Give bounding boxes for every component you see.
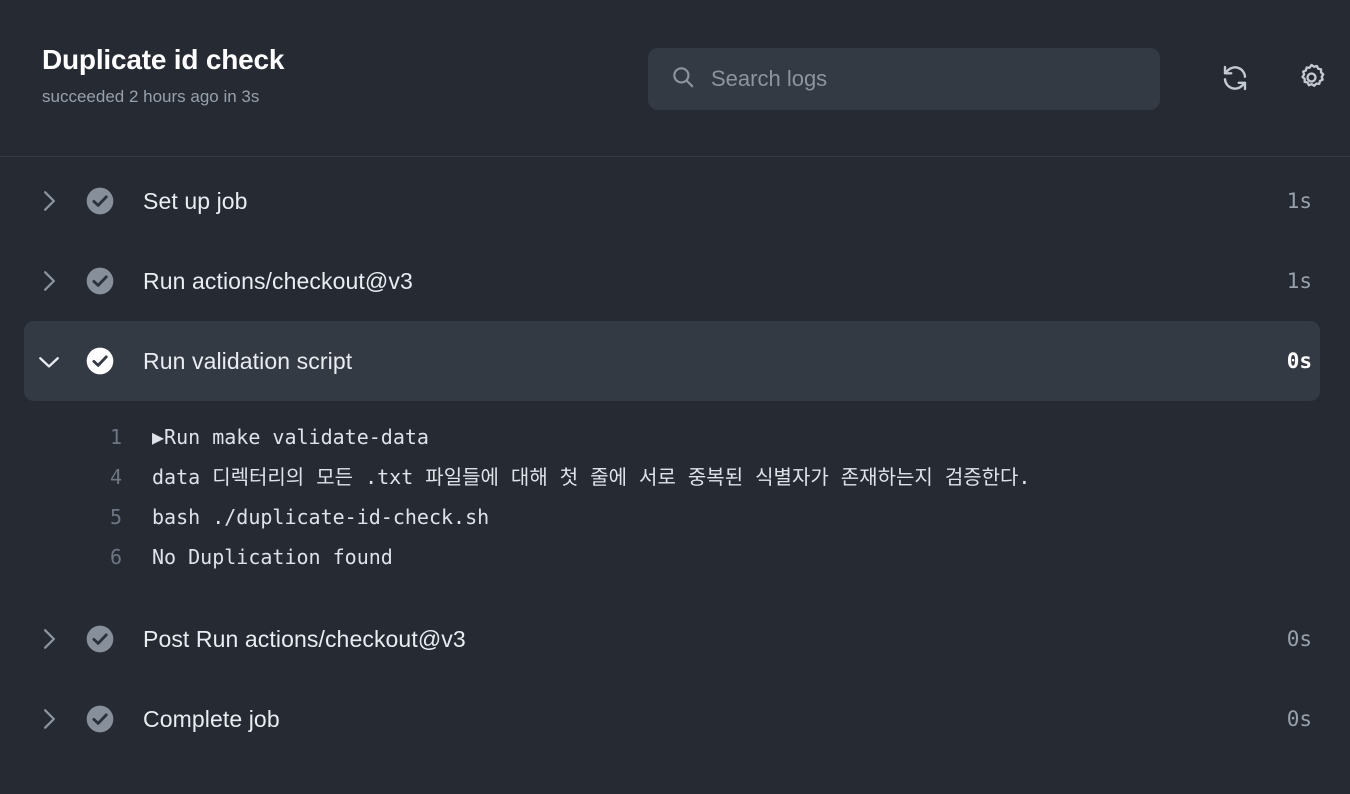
step-duration: 1s <box>1286 189 1312 213</box>
log-line-text: data 디렉터리의 모든 .txt 파일들에 대해 첫 줄에 서로 중복된 식… <box>152 465 1031 489</box>
step-label: Set up job <box>143 187 248 214</box>
log-line-number: 6 <box>109 545 122 569</box>
step-duration: 0s <box>1286 627 1312 651</box>
status-success-icon-active <box>82 345 118 377</box>
log-line-text: ▶Run make validate-data <box>122 417 429 457</box>
step-label: Run validation script <box>143 347 353 374</box>
status-success-icon <box>82 623 118 655</box>
chevron-right-icon[interactable] <box>30 269 68 293</box>
step-row[interactable]: Post Run actions/checkout@v3 0s <box>24 599 1320 679</box>
status-success-icon <box>82 265 118 297</box>
chevron-right-icon[interactable] <box>30 707 68 731</box>
job-log-viewer: Duplicate id check succeeded 2 hours ago… <box>0 0 1350 794</box>
job-header-tools <box>648 0 1338 110</box>
search-input[interactable] <box>711 48 1138 110</box>
search-logs-box[interactable] <box>648 48 1160 110</box>
log-line-text: No Duplication found <box>152 545 393 569</box>
status-success-icon <box>82 185 118 217</box>
log-line: 4 data 디렉터리의 모든 .txt 파일들에 대해 첫 줄에 서로 중복된… <box>0 457 1350 497</box>
log-line-number: 5 <box>109 505 122 529</box>
step-row[interactable]: Complete job 0s <box>24 679 1320 759</box>
refresh-button[interactable] <box>1208 52 1262 106</box>
gear-icon <box>1296 62 1327 96</box>
expand-group-marker-icon[interactable]: ▶ <box>152 425 164 449</box>
step-duration: 0s <box>1286 707 1312 731</box>
job-header: Duplicate id check succeeded 2 hours ago… <box>0 0 1350 157</box>
step-log-output: 1 ▶Run make validate-data 4 data 디렉터리의 모… <box>0 401 1350 599</box>
step-label: Post Run actions/checkout@v3 <box>143 625 466 652</box>
step-duration: 1s <box>1286 269 1312 293</box>
step-row[interactable]: Run actions/checkout@v3 1s <box>24 241 1320 321</box>
log-line: 1 ▶Run make validate-data <box>0 417 1350 457</box>
log-line-number: 1 <box>109 425 122 449</box>
step-label: Complete job <box>143 705 280 732</box>
status-success-icon <box>82 703 118 735</box>
chevron-right-icon[interactable] <box>30 189 68 213</box>
log-line: 5 bash ./duplicate-id-check.sh <box>0 497 1350 537</box>
search-icon <box>670 64 696 95</box>
log-line-content: Run make validate-data <box>164 425 429 449</box>
step-label: Run actions/checkout@v3 <box>143 267 413 294</box>
steps-list: Set up job 1s Run actions/checkout@v3 1s <box>0 157 1350 794</box>
log-line: 6 No Duplication found <box>0 537 1350 577</box>
step-duration: 0s <box>1286 349 1312 373</box>
job-header-titles: Duplicate id check succeeded 2 hours ago… <box>42 0 648 110</box>
log-line-text: bash ./duplicate-id-check.sh <box>152 505 490 529</box>
settings-button[interactable] <box>1284 52 1338 106</box>
chevron-right-icon[interactable] <box>30 627 68 651</box>
job-status-text: succeeded 2 hours ago in 3s <box>42 87 260 106</box>
chevron-down-icon[interactable] <box>30 353 68 370</box>
log-line-number: 4 <box>109 465 122 489</box>
refresh-icon <box>1220 63 1250 96</box>
step-row-active[interactable]: Run validation script 0s <box>24 321 1320 401</box>
step-row[interactable]: Set up job 1s <box>24 161 1320 241</box>
page-title: Duplicate id check <box>42 44 285 75</box>
